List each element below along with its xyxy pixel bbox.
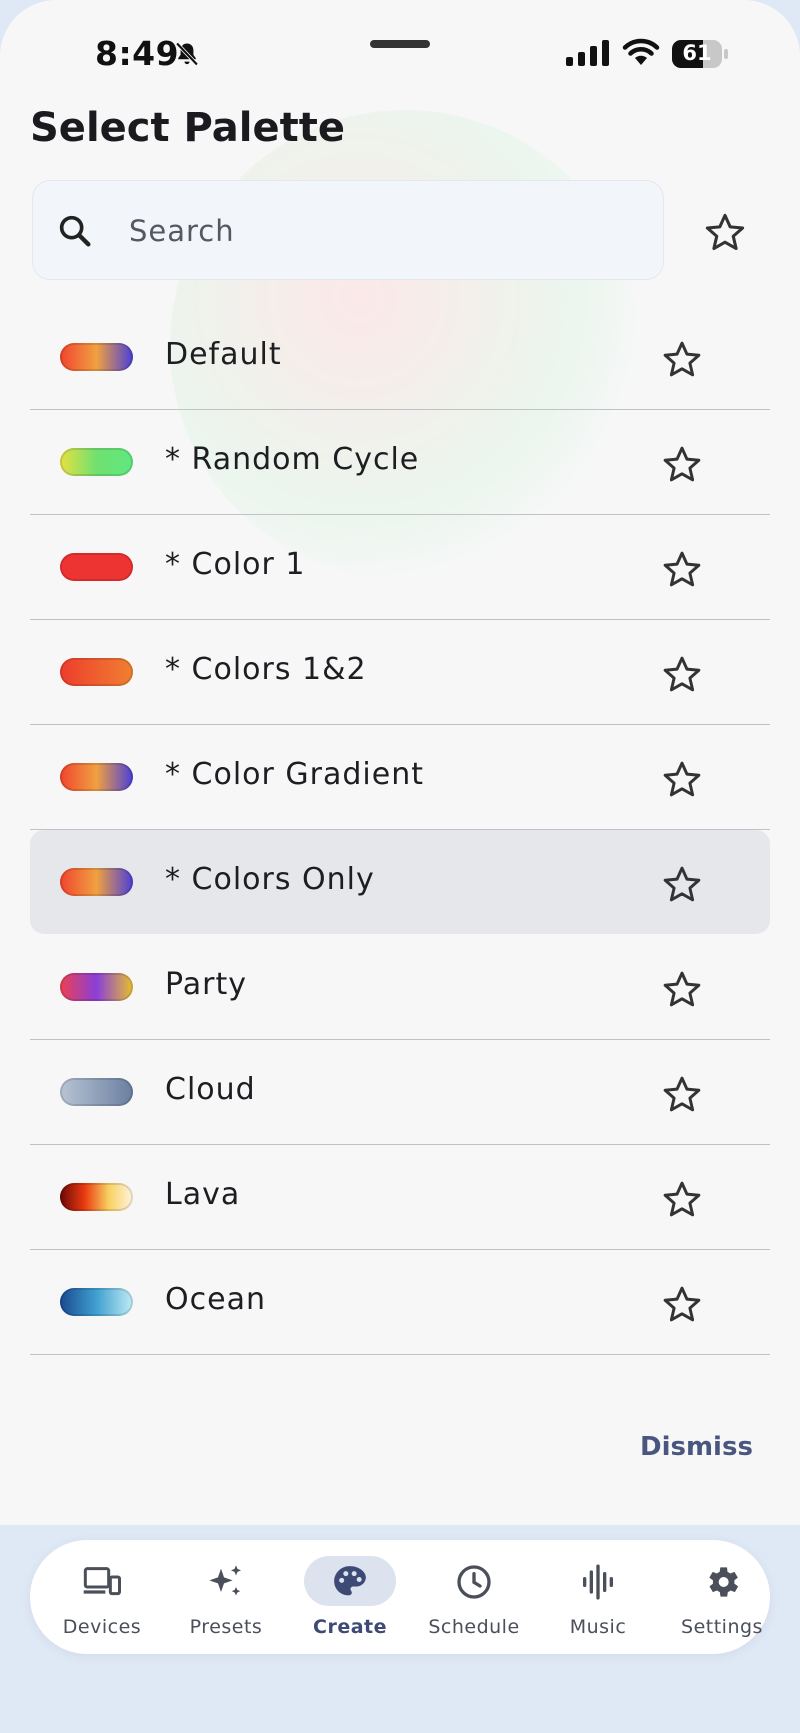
palette-label: * Color 1 bbox=[165, 547, 306, 582]
nav-presets[interactable]: Presets bbox=[164, 1540, 288, 1654]
waveform-icon bbox=[578, 1562, 618, 1602]
page-title: Select Palette bbox=[30, 105, 345, 151]
palette-row[interactable]: * Colors 1&2 bbox=[30, 620, 770, 725]
palette-swatch bbox=[60, 448, 133, 476]
palette-swatch bbox=[60, 553, 133, 581]
cell-signal-icon bbox=[566, 40, 610, 70]
gear-icon bbox=[702, 1562, 742, 1602]
palette-swatch bbox=[60, 343, 133, 371]
bottom-navigation: Devices Presets Create Schedule Music Se… bbox=[30, 1540, 770, 1654]
nav-schedule[interactable]: Schedule bbox=[412, 1540, 536, 1654]
favorite-star-icon[interactable] bbox=[660, 338, 704, 386]
palette-swatch bbox=[60, 868, 133, 896]
nav-label: Presets bbox=[189, 1616, 263, 1638]
nav-label: Music bbox=[569, 1616, 627, 1638]
palette-swatch bbox=[60, 1183, 133, 1211]
palette-sheet: 8:49 61 Select Palette Search Default * … bbox=[0, 0, 800, 1525]
palette-row[interactable]: * Colors Only bbox=[30, 830, 770, 934]
palette-label: * Color Gradient bbox=[165, 757, 424, 792]
palette-label: * Colors 1&2 bbox=[165, 652, 367, 687]
nav-devices[interactable]: Devices bbox=[40, 1540, 164, 1654]
favorite-star-icon[interactable] bbox=[660, 968, 704, 1016]
nav-label: Schedule bbox=[428, 1616, 520, 1638]
nav-create[interactable]: Create bbox=[288, 1540, 412, 1654]
favorite-star-icon[interactable] bbox=[660, 443, 704, 491]
sheet-grabber[interactable] bbox=[370, 40, 430, 48]
search-box[interactable] bbox=[32, 180, 664, 280]
favorite-star-icon[interactable] bbox=[660, 653, 704, 701]
palette-label: Party bbox=[165, 967, 247, 1002]
palette-label: * Random Cycle bbox=[165, 442, 420, 477]
status-time: 8:49 bbox=[95, 34, 180, 73]
battery-indicator: 61 bbox=[672, 40, 728, 68]
palette-list: Default * Random Cycle * Color 1 * Colors 1… bbox=[30, 305, 770, 1355]
search-icon bbox=[55, 211, 95, 255]
favorite-star-icon[interactable] bbox=[660, 1283, 704, 1331]
palette-row[interactable]: * Color 1 bbox=[30, 515, 770, 620]
favorite-star-icon[interactable] bbox=[660, 1073, 704, 1121]
palette-swatch bbox=[60, 1078, 133, 1106]
favorites-filter-star-icon[interactable] bbox=[702, 210, 748, 256]
sparkle-icon bbox=[206, 1562, 246, 1602]
status-bar: 8:49 61 bbox=[0, 0, 800, 100]
palette-label: Lava bbox=[165, 1177, 241, 1212]
dismiss-button[interactable]: Dismiss bbox=[640, 1432, 753, 1462]
palette-swatch bbox=[60, 1288, 133, 1316]
favorite-star-icon[interactable] bbox=[660, 863, 704, 911]
palette-row[interactable]: Default bbox=[30, 305, 770, 410]
palette-label: Default bbox=[165, 337, 282, 372]
clock-icon bbox=[454, 1562, 494, 1602]
palette-swatch bbox=[60, 658, 133, 686]
palette-label: * Colors Only bbox=[165, 862, 375, 897]
favorite-star-icon[interactable] bbox=[660, 548, 704, 596]
favorite-star-icon[interactable] bbox=[660, 1178, 704, 1226]
palette-row[interactable]: Ocean bbox=[30, 1250, 770, 1355]
palette-icon bbox=[330, 1562, 370, 1602]
palette-row[interactable]: * Color Gradient bbox=[30, 725, 770, 830]
palette-row[interactable]: Lava bbox=[30, 1145, 770, 1250]
battery-level: 61 bbox=[682, 41, 712, 65]
bell-muted-icon bbox=[173, 40, 201, 72]
nav-settings[interactable]: Settings bbox=[660, 1540, 784, 1654]
nav-label: Create bbox=[313, 1616, 387, 1638]
nav-label: Settings bbox=[681, 1616, 763, 1638]
nav-label: Devices bbox=[62, 1616, 142, 1638]
search-input[interactable] bbox=[127, 207, 631, 255]
palette-swatch bbox=[60, 763, 133, 791]
palette-swatch bbox=[60, 973, 133, 1001]
palette-label: Ocean bbox=[165, 1282, 266, 1317]
palette-row[interactable]: Party bbox=[30, 935, 770, 1040]
devices-icon bbox=[82, 1562, 122, 1602]
palette-label: Cloud bbox=[165, 1072, 256, 1107]
palette-row[interactable]: Cloud bbox=[30, 1040, 770, 1145]
favorite-star-icon[interactable] bbox=[660, 758, 704, 806]
wifi-icon bbox=[622, 38, 660, 70]
nav-music[interactable]: Music bbox=[536, 1540, 660, 1654]
palette-row[interactable]: * Random Cycle bbox=[30, 410, 770, 515]
